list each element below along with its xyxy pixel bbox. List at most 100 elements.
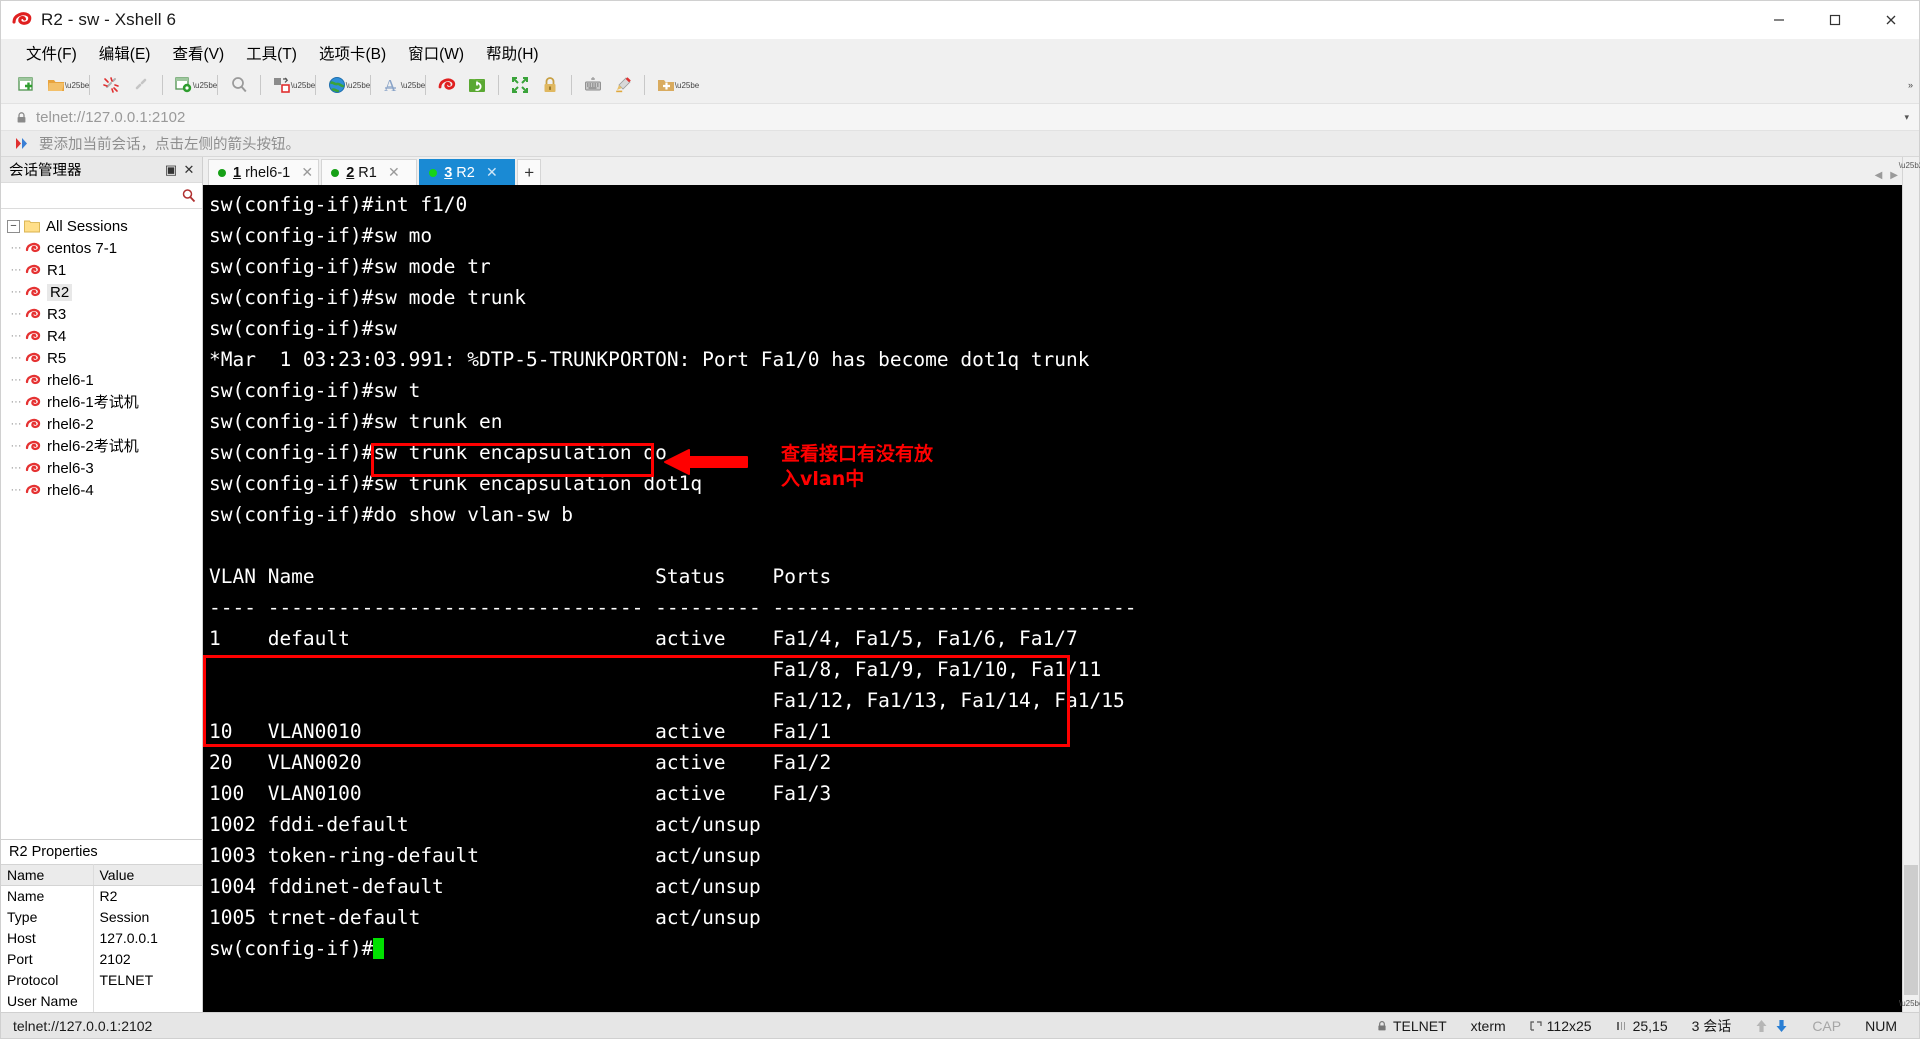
address-input[interactable]: telnet://127.0.0.1:2102 [36,109,185,126]
toolbar-overflow-button[interactable]: » [1908,67,1913,103]
tab-label: R2 [456,164,475,181]
tab-close-icon[interactable]: ✕ [485,164,499,181]
menu-tabs[interactable]: 选项卡(B) [308,39,397,67]
panel-close-button[interactable]: ✕ [180,160,198,180]
open-folder-dropdown-icon[interactable]: \u25be [65,71,89,99]
terminal-cursor [373,938,385,959]
menu-help[interactable]: 帮助(H) [475,39,550,67]
arrow-add-icon[interactable] [15,137,32,150]
globe-dropdown-icon[interactable]: \u25be [346,71,370,99]
minimize-button[interactable] [1751,1,1807,39]
collapse-icon[interactable]: − [7,219,20,233]
layout-dropdown-icon[interactable]: \u25be [291,71,315,99]
menu-file[interactable]: 文件(F) [15,39,88,67]
scroll-up-arrow-icon[interactable]: \u25b2 [1899,157,1920,174]
menu-window[interactable]: 窗口(W) [397,39,475,67]
tree-guide: ··· [10,352,22,364]
session-search-bar[interactable] [1,183,202,209]
session-tree-item[interactable]: ··· rhel6-2考试机 [1,435,202,457]
session-tree-item[interactable]: ··· R1 [1,259,202,281]
keyboard-icon[interactable] [579,71,607,99]
find-icon[interactable] [225,71,253,99]
session-tree-item[interactable]: ··· rhel6-4 [1,479,202,501]
vertical-scrollbar[interactable]: \u25b2 \u25bc [1899,157,1920,1012]
toolbar-separator [370,75,371,95]
session-tree[interactable]: − All Sessions ··· centos 7-1 ··· R1 ··· R… [1,209,202,839]
session-tree-item[interactable]: ··· R5 [1,347,202,369]
terminal-line: 1005 trnet-default act/unsup [209,906,761,929]
session-tree-item-label: R5 [47,349,67,367]
properties-row[interactable]: User Name [1,990,202,1012]
pin-button[interactable]: ▣ [162,160,180,180]
new-session-icon[interactable] [12,71,40,99]
properties-row[interactable]: Port 2102 [1,948,202,970]
menu-view[interactable]: 查看(V) [161,39,235,67]
session-manager-panel: 会话管理器 ▣ ✕ − All Sessions ··· centos 7-1 … [1,157,203,1012]
terminal-line: sw(config-if)#sw mode tr [209,255,491,278]
lock-icon[interactable] [536,71,564,99]
maximize-button[interactable] [1807,1,1863,39]
tree-root-all-sessions[interactable]: − All Sessions [1,215,202,237]
toolbar-separator [315,75,316,95]
highlight-icon[interactable] [609,71,637,99]
folder-icon [24,219,40,233]
terminal-line: sw(config-if)#do show vlan-sw b [209,503,573,526]
session-icon [25,460,42,476]
menu-edit[interactable]: 编辑(E) [88,39,162,67]
properties-row-key: Port [1,948,94,970]
fullscreen-icon[interactable] [506,71,534,99]
properties-row-value: TELNET [99,972,154,988]
session-tree-item[interactable]: ··· rhel6-2 [1,413,202,435]
properties-row[interactable]: Type Session [1,906,202,928]
xftp-icon[interactable] [463,71,491,99]
disconnect-icon[interactable] [97,71,125,99]
scrollbar-track[interactable] [1903,174,1919,995]
address-dropdown-icon[interactable]: ▾ [1904,112,1909,123]
upload-arrow-icon [1755,1019,1768,1033]
session-icon [25,438,42,454]
properties-row[interactable]: Name R2 [1,885,202,907]
session-tree-item[interactable]: ··· rhel6-3 [1,457,202,479]
tab-r2[interactable]: 3 R2 ✕ [419,159,516,185]
add-folder-dropdown-icon[interactable]: \u25be [675,71,699,99]
tab-close-icon[interactable]: ✕ [387,164,401,181]
cursor-pos-icon [1616,1020,1628,1032]
session-properties-dropdown-icon[interactable]: \u25be [193,71,217,99]
tree-guide: ··· [10,242,22,254]
toolbar-separator [644,75,645,95]
reconnect-icon[interactable] [127,71,155,99]
tab-rhel6-1[interactable]: 1 rhel6-1 ✕ [208,159,320,185]
properties-row[interactable]: Protocol TELNET [1,969,202,991]
tab-number: 1 [233,164,242,181]
tab-scroll-left-icon[interactable]: ◀ [1875,170,1883,181]
tab-list: 1 rhel6-1 ✕ 2 R1 ✕ 3 R2 ✕ [208,159,517,185]
close-button[interactable] [1863,1,1919,39]
tab-r1[interactable]: 2 R1 ✕ [321,159,418,185]
properties-table: Name Value Name R2 Type Session Host 127.0.0.… [1,864,202,1012]
session-tree-item[interactable]: ··· centos 7-1 [1,237,202,259]
session-tree-item[interactable]: ··· rhel6-1 [1,369,202,391]
address-bar[interactable]: telnet://127.0.0.1:2102 ▾ [1,103,1919,131]
tab-close-icon[interactable]: ✕ [300,164,314,181]
session-tree-item[interactable]: ··· rhel6-1考试机 [1,391,202,413]
scrollbar-thumb[interactable] [1904,865,1918,995]
session-tree-item[interactable]: ··· R3 [1,303,202,325]
window-title: R2 - sw - Xshell 6 [41,10,177,29]
scroll-down-arrow-icon[interactable]: \u25bc [1899,995,1920,1012]
toolbar-separator [217,75,218,95]
xshell-icon[interactable] [433,71,461,99]
font-dropdown-icon[interactable]: \u25be [401,71,425,99]
new-tab-button[interactable]: + [517,159,542,185]
session-icon [25,482,42,498]
session-tree-item[interactable]: ··· R2 [1,281,202,303]
terminal-line: sw(config-if)#sw [209,317,397,340]
terminal-line: 100 VLAN0100 active Fa1/3 [209,782,832,805]
search-icon[interactable] [181,188,196,203]
menu-tools[interactable]: 工具(T) [235,39,308,67]
status-url: telnet://127.0.0.1:2102 [13,1017,153,1034]
status-cursor-cell: 25,15 [1604,1018,1680,1034]
session-tree-item[interactable]: ··· R4 [1,325,202,347]
terminal-output[interactable]: sw(config-if)#int f1/0 sw(config-if)#sw m… [203,185,1902,1012]
properties-row[interactable]: Host 127.0.0.1 [1,927,202,949]
tab-scroll-right-icon[interactable]: ▶ [1890,170,1898,181]
